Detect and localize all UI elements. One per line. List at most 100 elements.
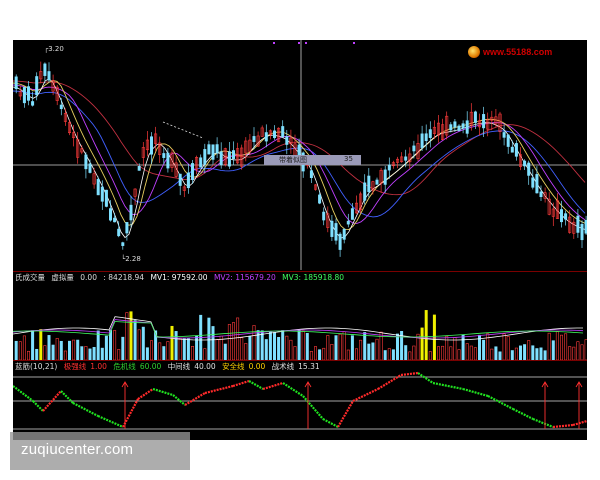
price-pane[interactable]: ┌3.20 └2.28 带着似图 35 www.55188.com [13, 40, 587, 270]
volume-value: : 84218.94 [103, 273, 145, 282]
volume-bar [133, 320, 137, 360]
volume-bar [158, 342, 162, 360]
candle-body [100, 186, 104, 202]
candle-body [318, 194, 322, 204]
indicator-line-segment [248, 380, 264, 390]
candle-body [137, 166, 141, 171]
indicator-line-segment [302, 395, 324, 420]
indicator-line-segment [532, 417, 554, 429]
top-marker [273, 42, 275, 44]
candle-body [252, 136, 256, 142]
volume-title: 氏成交量 [15, 273, 45, 282]
indicator-item-value: 0.00 [248, 362, 266, 371]
candle-body [27, 86, 31, 101]
volume-bar [272, 332, 276, 360]
volume-bar [301, 330, 305, 360]
candle-body [424, 133, 428, 142]
volume-bar [27, 350, 31, 360]
volume-bar [412, 345, 416, 360]
candle-body [113, 217, 117, 223]
candle-body [96, 178, 100, 196]
volume-bar [150, 340, 154, 360]
candle-body [338, 233, 342, 250]
volume-bar [35, 348, 39, 360]
candle-body [363, 182, 367, 201]
indicator-pane[interactable]: 蓝筋(10,21) 极强线 1.00 危机线 60.00 中间线 40.00 安全线 0… [13, 360, 587, 440]
volume-bar [551, 340, 555, 360]
logo-icon [468, 46, 480, 58]
volume-bar [502, 333, 506, 360]
high-price-label: ┌3.20 [44, 45, 64, 53]
ma-line-red [13, 80, 586, 196]
candle-body [457, 125, 461, 131]
indicator-line-segment [232, 379, 250, 388]
volume-bar [564, 333, 568, 360]
volume-bar [121, 336, 125, 360]
indicator-item-value: 1.00 [90, 362, 107, 371]
volume-bar [240, 337, 244, 360]
volume-bar [260, 330, 264, 360]
volume-bar [223, 343, 227, 360]
candle-body [404, 156, 408, 161]
volume-bar [506, 336, 510, 360]
volume-bar [297, 329, 301, 360]
volume-bar [387, 348, 391, 360]
volume-bar [441, 345, 445, 360]
volume-pane[interactable]: 氏成交量 虚拟量 0.00 : 84218.94 MV1: 97592.00 M… [13, 271, 587, 360]
indicator-title: 蓝筋(10,21) [15, 362, 58, 371]
candle-body [502, 132, 506, 138]
candle-body [453, 121, 457, 128]
volume-bar [420, 327, 424, 360]
volume-bar [523, 344, 527, 360]
candle-body [514, 143, 518, 157]
indicator-line-segment [400, 371, 419, 377]
volume-bar [55, 338, 59, 360]
candle-body [330, 220, 334, 237]
candle-body [22, 87, 26, 104]
volume-bar [109, 329, 113, 360]
watermark-text: zuqiucenter.com [21, 441, 134, 458]
candle-body [387, 164, 391, 171]
candle-body [162, 153, 166, 158]
candle-body [281, 126, 285, 138]
volume-bar [461, 334, 465, 360]
candle-body [88, 163, 92, 173]
mv2-label: MV2: 115679.20 [213, 273, 276, 282]
candle-body [272, 130, 276, 139]
volume-bar [453, 337, 457, 360]
volume-bar [309, 351, 313, 360]
volume-bar [141, 326, 145, 360]
volume-bar [186, 338, 190, 360]
candle-body [59, 104, 63, 110]
volume-bar [576, 341, 580, 360]
volume-bar [383, 350, 387, 360]
candle-body [117, 228, 121, 237]
volume-bar [203, 348, 207, 360]
top-marker [305, 42, 307, 44]
indicator-item-label: 战术线 [271, 362, 295, 371]
indicator-line-segment [352, 388, 379, 402]
candle-body [232, 150, 236, 159]
indicator-line-segment [487, 395, 514, 410]
indicator-item-value: 15.31 [298, 362, 320, 371]
watermark-overlay: zuqiucenter.com [10, 432, 190, 470]
volume-bar [547, 332, 551, 360]
volume-legend: 氏成交量 虚拟量 0.00 : 84218.94 MV1: 97592.00 M… [15, 273, 348, 283]
volume-bar [14, 340, 18, 360]
candle-body [14, 76, 18, 90]
volume-bar [170, 325, 174, 360]
candle-body [523, 160, 527, 167]
candle-body [334, 223, 338, 241]
candle-body [412, 145, 416, 152]
candle-body [580, 224, 584, 241]
indicator-chart[interactable] [13, 361, 587, 440]
volume-bar [236, 317, 240, 360]
volume-chart[interactable] [13, 272, 587, 360]
volume-bar [436, 346, 440, 360]
volume-bar [72, 339, 76, 360]
volume-bar [457, 349, 461, 360]
volume-bar [215, 339, 219, 360]
volume-bar [96, 330, 100, 360]
volume-bar [76, 339, 80, 360]
stock-chart-window[interactable]: ┌3.20 └2.28 带着似图 35 www.55188.com 氏成交量 虚… [13, 40, 587, 440]
